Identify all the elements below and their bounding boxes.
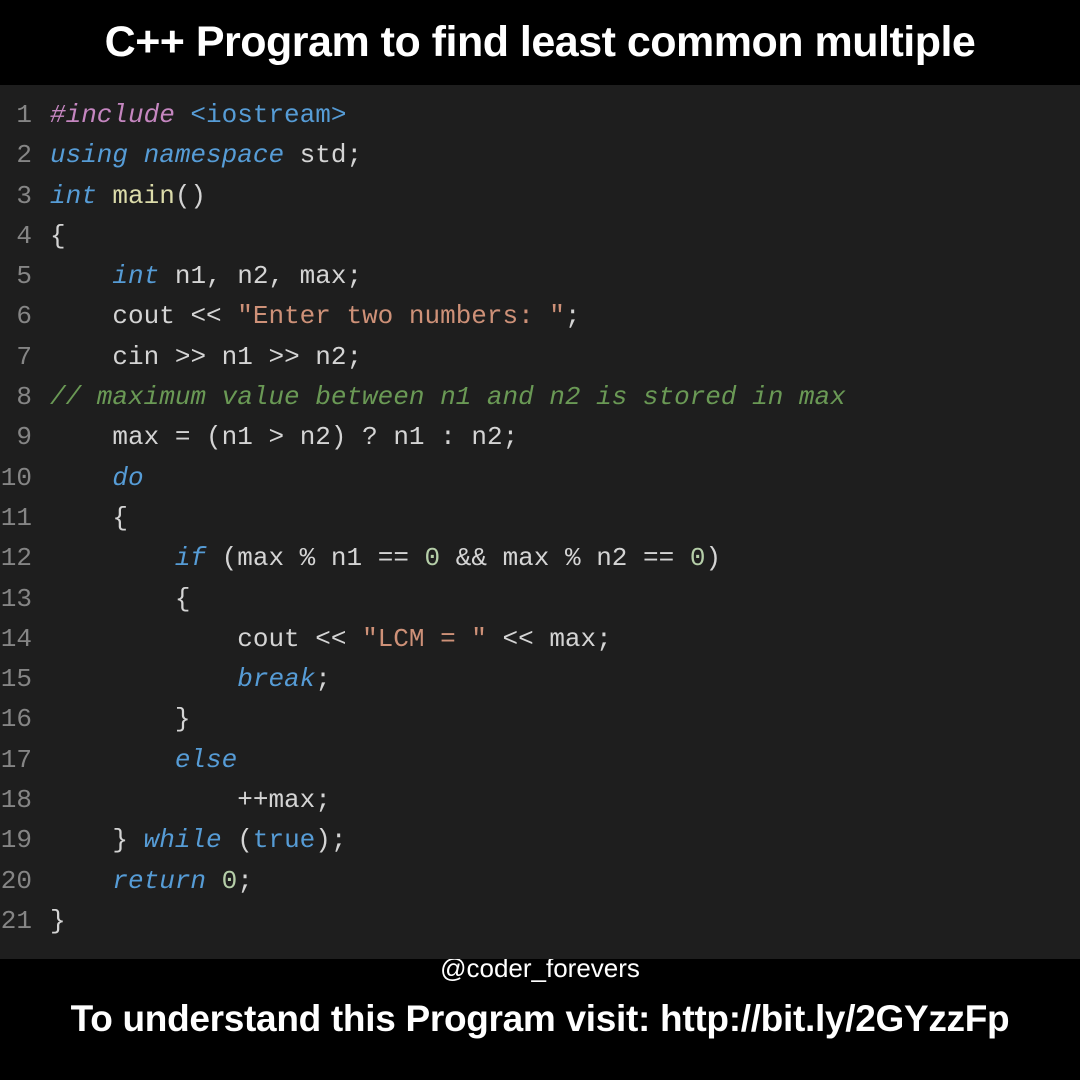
line-number: 6 <box>0 296 50 336</box>
line-number: 5 <box>0 256 50 296</box>
line-number: 12 <box>0 538 50 578</box>
line-number: 9 <box>0 417 50 457</box>
code-line: 9 max = (n1 > n2) ? n1 : n2; <box>0 417 1080 457</box>
line-number: 16 <box>0 699 50 739</box>
line-number: 14 <box>0 619 50 659</box>
line-number: 15 <box>0 659 50 699</box>
code-line: 7 cin >> n1 >> n2; <box>0 337 1080 377</box>
line-number: 7 <box>0 337 50 377</box>
code-line: 4 { <box>0 216 1080 256</box>
line-number: 11 <box>0 498 50 538</box>
code-line: 16 } <box>0 699 1080 739</box>
code-line: 6 cout << "Enter two numbers: "; <box>0 296 1080 336</box>
code-block: 1 #include <iostream> 2 using namespace … <box>0 85 1080 959</box>
code-line: 13 { <box>0 579 1080 619</box>
code-line: 21 } <box>0 901 1080 941</box>
code-line: 12 if (max % n1 == 0 && max % n2 == 0) <box>0 538 1080 578</box>
code-line: 20 return 0; <box>0 861 1080 901</box>
code-line: 18 ++max; <box>0 780 1080 820</box>
code-line: 1 #include <iostream> <box>0 95 1080 135</box>
line-number: 21 <box>0 901 50 941</box>
code-line: 17 else <box>0 740 1080 780</box>
line-number: 20 <box>0 861 50 901</box>
line-number: 10 <box>0 458 50 498</box>
line-number: 18 <box>0 780 50 820</box>
code-line: 19 } while (true); <box>0 820 1080 860</box>
code-line: 15 break; <box>0 659 1080 699</box>
footer-text: To understand this Program visit: http:/… <box>0 984 1080 1054</box>
page-title: C++ Program to find least common multipl… <box>0 0 1080 77</box>
line-number: 3 <box>0 176 50 216</box>
code-line: 5 int n1, n2, max; <box>0 256 1080 296</box>
code-line: 11 { <box>0 498 1080 538</box>
line-number: 13 <box>0 579 50 619</box>
code-line: 8 // maximum value between n1 and n2 is … <box>0 377 1080 417</box>
line-number: 4 <box>0 216 50 256</box>
line-number: 8 <box>0 377 50 417</box>
line-number: 17 <box>0 740 50 780</box>
line-number: 1 <box>0 95 50 135</box>
code-line: 14 cout << "LCM = " << max; <box>0 619 1080 659</box>
code-line: 3 int main() <box>0 176 1080 216</box>
code-line: 2 using namespace std; <box>0 135 1080 175</box>
code-line: 10 do <box>0 458 1080 498</box>
line-number: 19 <box>0 820 50 860</box>
line-number: 2 <box>0 135 50 175</box>
